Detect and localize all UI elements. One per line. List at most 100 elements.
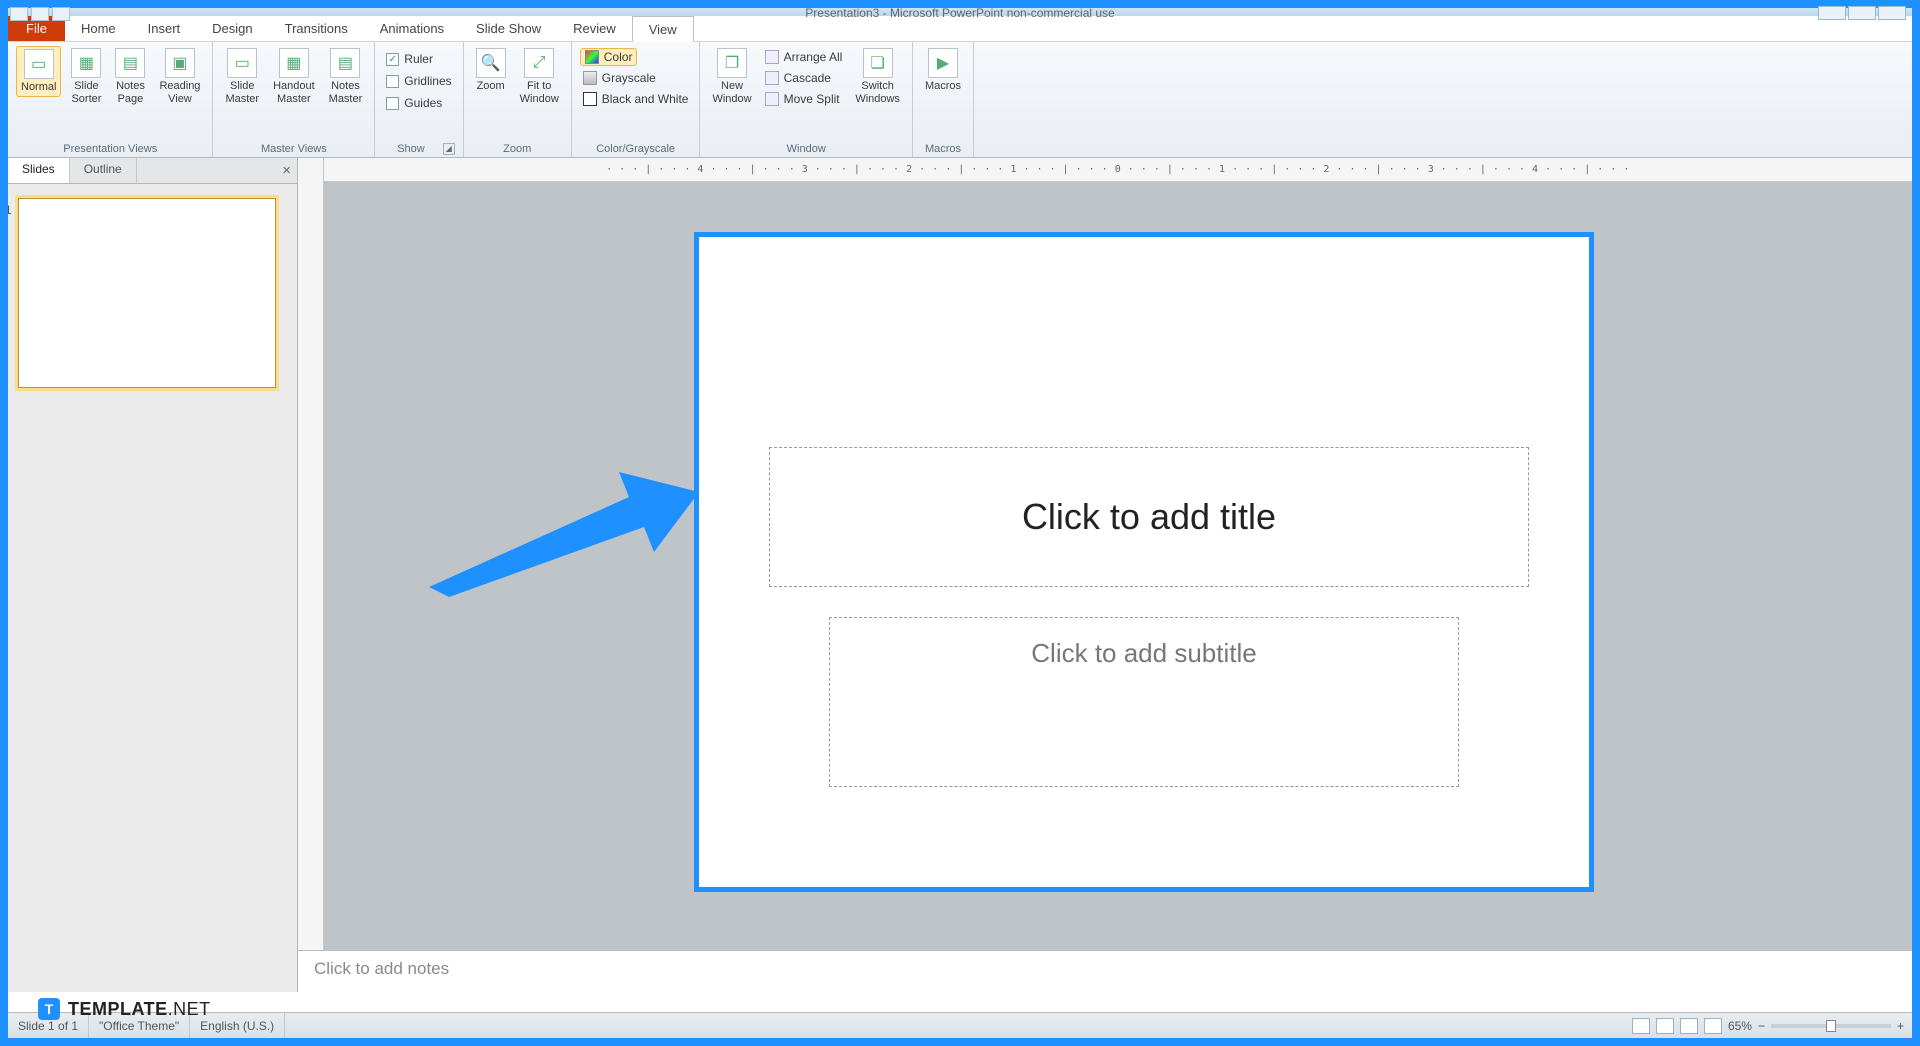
notes-master-button[interactable]: ▤ Notes Master: [325, 46, 367, 108]
new-window-icon: ❐: [717, 48, 747, 78]
macros-label: Macros: [925, 80, 961, 93]
zoom-in-icon[interactable]: +: [1897, 1019, 1904, 1033]
magnifier-icon: 🔍: [476, 48, 506, 78]
ribbon: ▭ Normal ▦ Slide Sorter ▤ Notes Page ▣ R…: [8, 42, 1912, 158]
tab-review[interactable]: Review: [557, 16, 632, 41]
thumbnails-list[interactable]: 1: [8, 184, 297, 992]
close-button[interactable]: [1878, 6, 1906, 20]
tab-slide-show[interactable]: Slide Show: [460, 16, 557, 41]
handout-master-button[interactable]: ▦ Handout Master: [269, 46, 319, 108]
grayscale-button[interactable]: Grayscale: [580, 69, 659, 87]
group-window: ❐ New Window Arrange All Cascade Move Sp…: [700, 42, 912, 157]
grayscale-label: Grayscale: [602, 71, 656, 85]
group-label-show: Show◢: [383, 140, 454, 157]
group-zoom: 🔍 Zoom ⤢ Fit to Window Zoom: [464, 42, 572, 157]
move-split-button[interactable]: Move Split: [762, 90, 846, 108]
tab-view[interactable]: View: [632, 16, 694, 42]
macros-button[interactable]: ▶ Macros: [921, 46, 965, 95]
tab-home[interactable]: Home: [65, 16, 132, 41]
notes-page-button[interactable]: ▤ Notes Page: [111, 46, 149, 108]
reading-view-status-icon[interactable]: [1680, 1018, 1698, 1034]
notes-page-label: Notes Page: [116, 80, 145, 106]
zoom-label: Zoom: [477, 80, 505, 93]
gridlines-checkbox[interactable]: Gridlines: [383, 72, 454, 90]
color-label: Color: [604, 50, 633, 64]
zoom-slider[interactable]: [1771, 1024, 1891, 1028]
check-icon: [386, 75, 399, 88]
normal-view-button[interactable]: ▭ Normal: [16, 46, 61, 97]
side-tabs: Slides Outline ×: [8, 158, 297, 184]
reading-view-button[interactable]: ▣ Reading View: [155, 46, 204, 108]
cascade-label: Cascade: [784, 71, 831, 85]
bw-icon: [583, 92, 597, 106]
maximize-button[interactable]: [1848, 6, 1876, 20]
color-button[interactable]: Color: [580, 48, 638, 66]
minimize-button[interactable]: [1818, 6, 1846, 20]
slide-canvas[interactable]: Click to add title Click to add subtitle: [694, 232, 1594, 892]
vertical-ruler: [298, 158, 324, 992]
move-split-label: Move Split: [784, 92, 840, 106]
group-label-window: Window: [708, 140, 903, 157]
ruler-checkbox[interactable]: ✓Ruler: [383, 50, 436, 68]
slide-sorter-button[interactable]: ▦ Slide Sorter: [67, 46, 105, 108]
zoom-out-icon[interactable]: −: [1758, 1019, 1765, 1033]
fit-window-label: Fit to Window: [520, 80, 559, 106]
close-panel-icon[interactable]: ×: [282, 162, 291, 179]
group-show: ✓Ruler Gridlines Guides Show◢: [375, 42, 463, 157]
cascade-icon: [765, 71, 779, 85]
subtitle-placeholder[interactable]: Click to add subtitle: [829, 617, 1459, 787]
workspace: Slides Outline × 1 · · · | · · · 4 · · ·…: [8, 158, 1912, 992]
arrange-all-button[interactable]: Arrange All: [762, 48, 846, 66]
notes-pane[interactable]: Click to add notes: [298, 950, 1912, 992]
switch-windows-button[interactable]: ❏ Switch Windows: [851, 46, 904, 108]
qat-save-icon[interactable]: [10, 7, 28, 21]
window-title: Presentation3 - Microsoft PowerPoint non…: [805, 6, 1114, 20]
slide-thumbnail-1[interactable]: 1: [18, 198, 276, 388]
tab-design[interactable]: Design: [196, 16, 268, 41]
color-icon: [585, 50, 599, 64]
slides-panel: Slides Outline × 1: [8, 158, 298, 992]
guides-checkbox[interactable]: Guides: [383, 94, 445, 112]
slides-tab[interactable]: Slides: [8, 158, 70, 183]
tab-insert[interactable]: Insert: [132, 16, 197, 41]
group-macros: ▶ Macros Macros: [913, 42, 974, 157]
new-window-label: New Window: [712, 80, 751, 106]
status-bar: Slide 1 of 1 "Office Theme" English (U.S…: [8, 1012, 1912, 1038]
qat-undo-icon[interactable]: [31, 7, 49, 21]
window-controls: [1818, 6, 1906, 20]
group-label-zoom: Zoom: [472, 140, 563, 157]
fit-window-icon: ⤢: [524, 48, 554, 78]
qat-redo-icon[interactable]: [52, 7, 70, 21]
title-placeholder[interactable]: Click to add title: [769, 447, 1529, 587]
new-window-button[interactable]: ❐ New Window: [708, 46, 755, 108]
switch-windows-label: Switch Windows: [855, 80, 900, 106]
ruler-label: Ruler: [404, 52, 433, 66]
sorter-view-status-icon[interactable]: [1656, 1018, 1674, 1034]
normal-view-icon: ▭: [24, 49, 54, 79]
gridlines-label: Gridlines: [404, 74, 451, 88]
black-white-button[interactable]: Black and White: [580, 90, 692, 108]
thumbnail-number: 1: [8, 203, 12, 217]
slide-canvas-area[interactable]: Click to add title Click to add subtitle: [324, 182, 1912, 992]
slide-master-button[interactable]: ▭ Slide Master: [221, 46, 263, 108]
watermark-text: TEMPLATE.NET: [68, 999, 211, 1020]
group-label-master-views: Master Views: [221, 140, 366, 157]
notes-master-icon: ▤: [330, 48, 360, 78]
normal-view-status-icon[interactable]: [1632, 1018, 1650, 1034]
watermark-badge-icon: T: [38, 998, 60, 1020]
watermark: T TEMPLATE.NET: [38, 998, 211, 1020]
dialog-launcher-icon[interactable]: ◢: [443, 143, 455, 155]
group-label-color: Color/Grayscale: [580, 140, 692, 157]
slideshow-view-status-icon[interactable]: [1704, 1018, 1722, 1034]
normal-view-label: Normal: [21, 81, 56, 94]
cascade-button[interactable]: Cascade: [762, 69, 846, 87]
fit-to-window-button[interactable]: ⤢ Fit to Window: [516, 46, 563, 108]
tab-transitions[interactable]: Transitions: [269, 16, 364, 41]
tab-animations[interactable]: Animations: [364, 16, 460, 41]
move-split-icon: [765, 92, 779, 106]
group-color-grayscale: Color Grayscale Black and White Color/Gr…: [572, 42, 701, 157]
reading-view-icon: ▣: [165, 48, 195, 78]
zoom-button[interactable]: 🔍 Zoom: [472, 46, 510, 95]
outline-tab[interactable]: Outline: [70, 158, 137, 183]
zoom-slider-thumb[interactable]: [1826, 1020, 1836, 1032]
